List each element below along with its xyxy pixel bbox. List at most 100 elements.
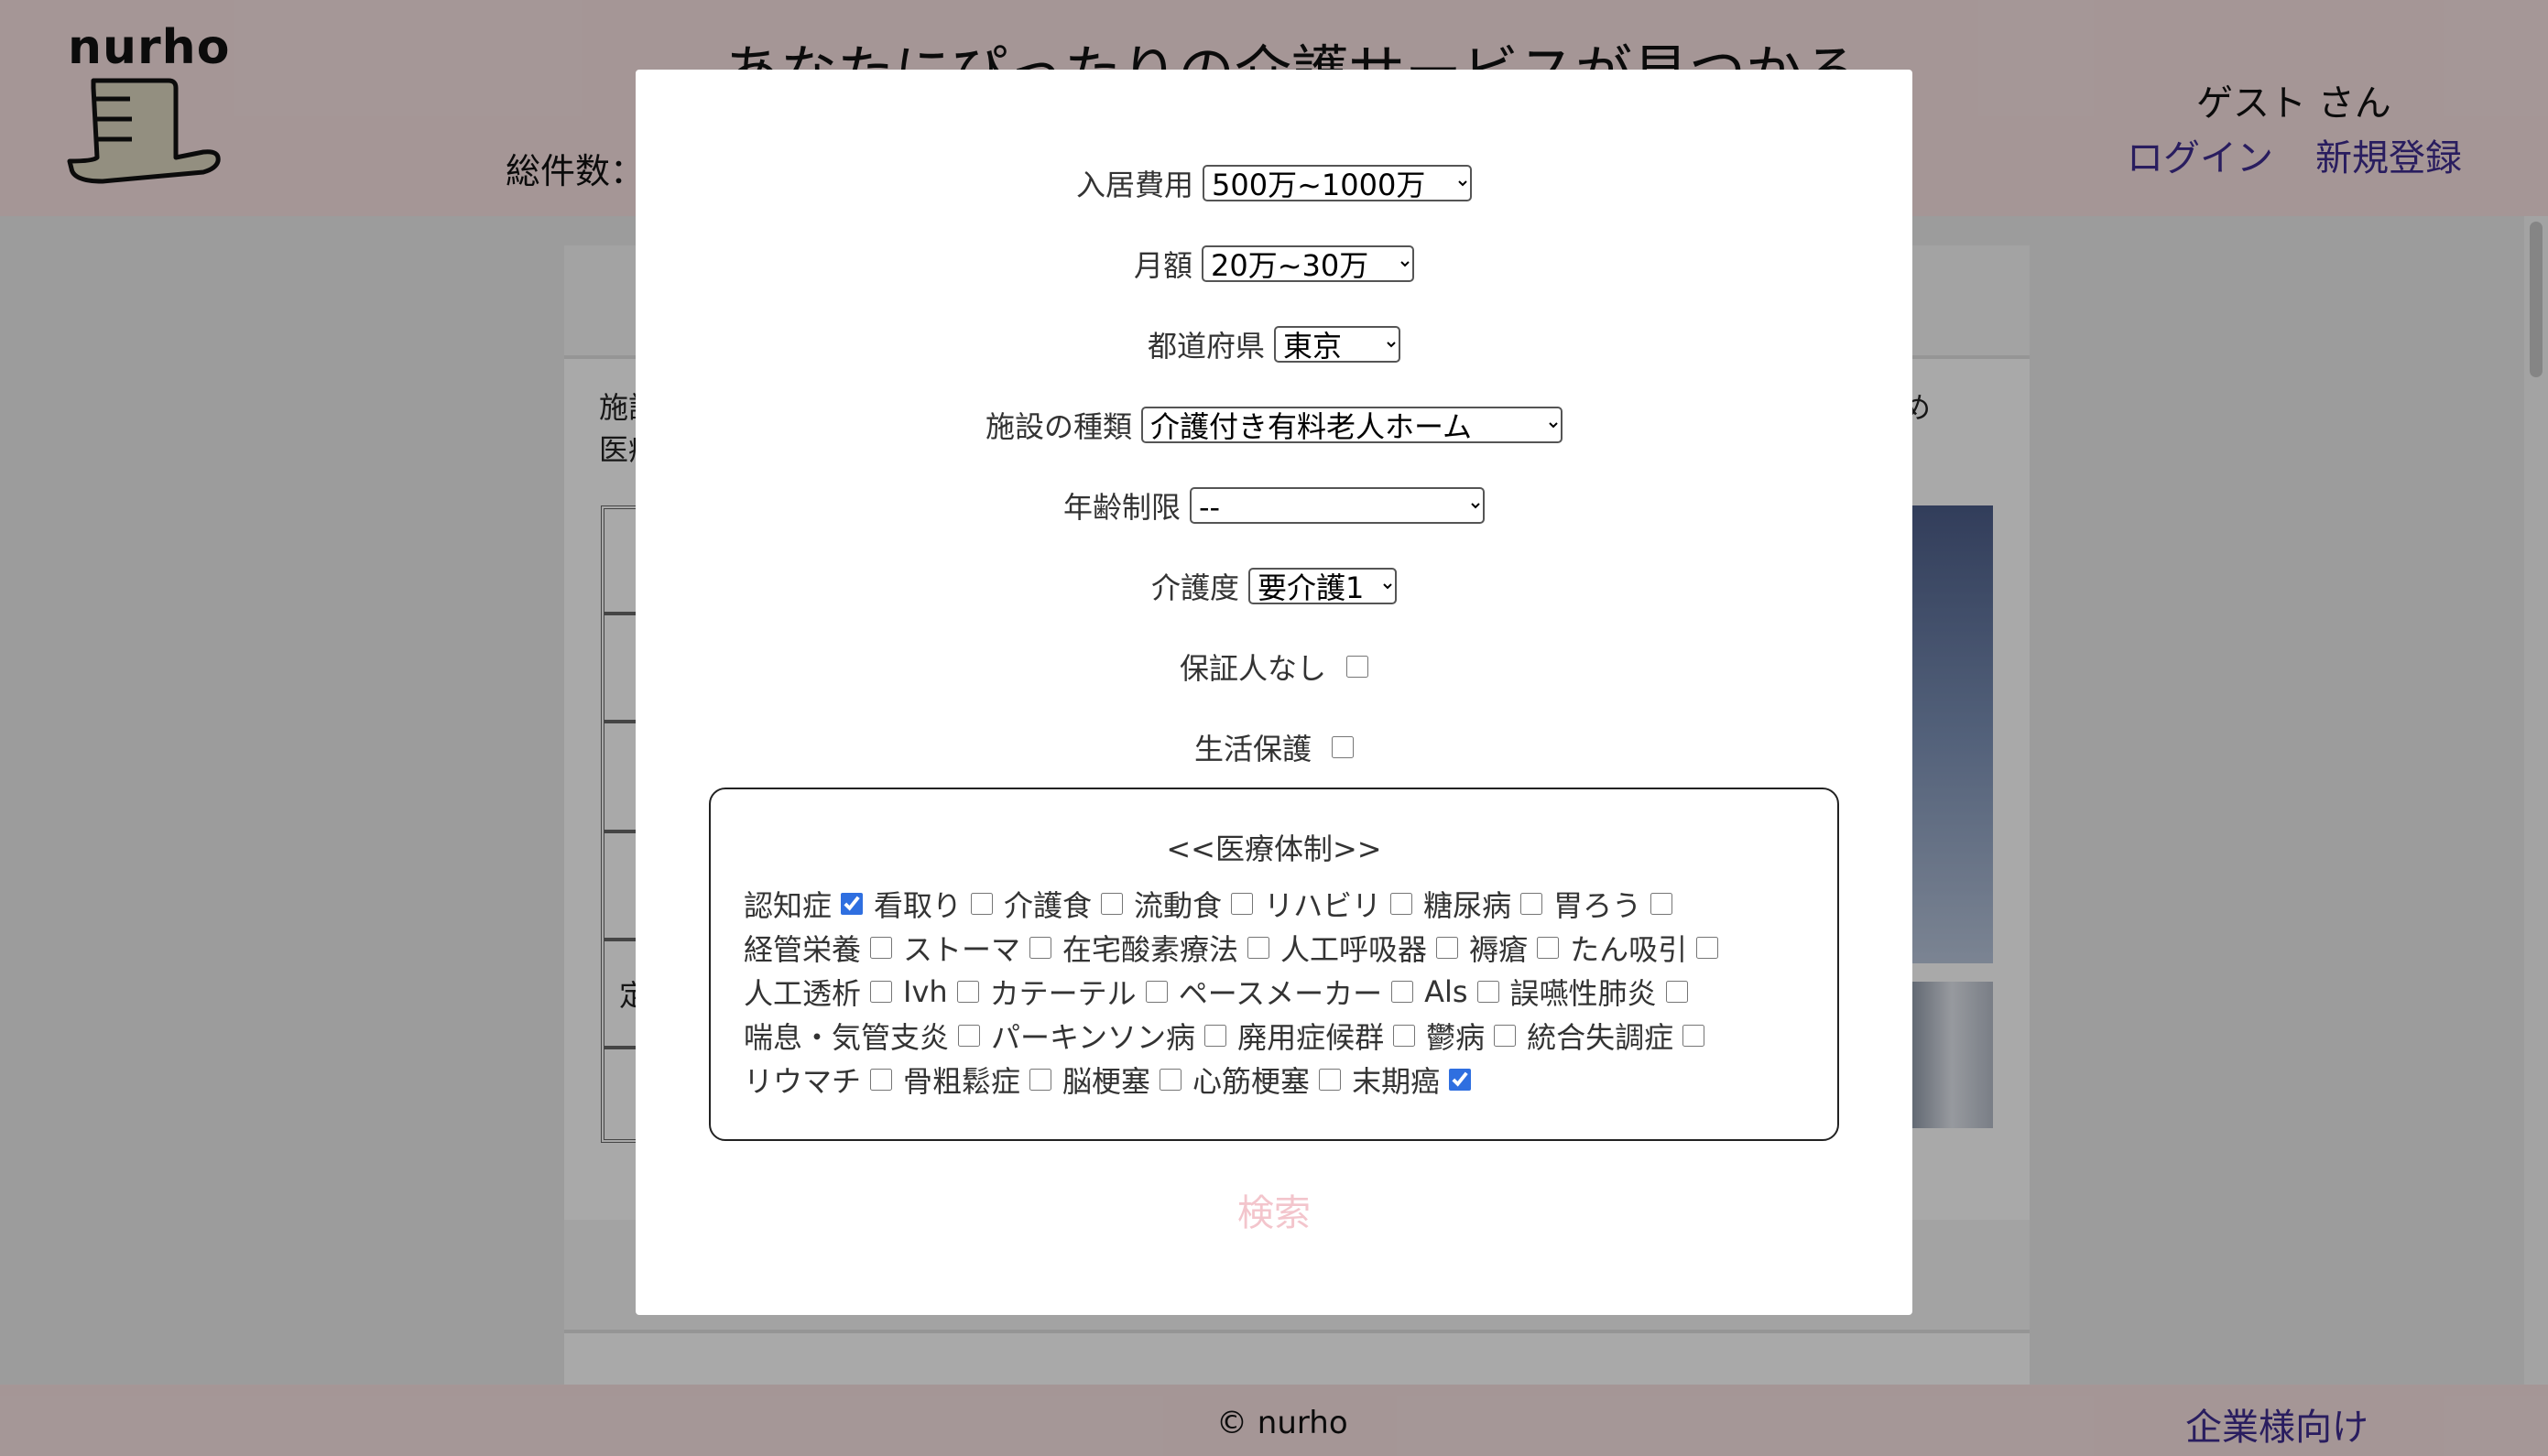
medical-condition-line: 喘息・気管支炎 パーキンソン病 廃用症候群 鬱病 統合失調症 (744, 1015, 1715, 1057)
medical-condition-line: リウマチ 骨粗鬆症 脳梗塞 心筋梗塞 末期癌 (744, 1059, 1482, 1101)
medical-condition-checkbox[interactable] (1145, 981, 1168, 1003)
medical-condition-checkbox[interactable] (1160, 1069, 1182, 1091)
medical-condition-checkbox[interactable] (870, 937, 893, 959)
medical-condition-checkbox[interactable] (1682, 1025, 1705, 1047)
medical-condition-label: Als (1424, 974, 1468, 1009)
medical-condition-checkbox[interactable] (1231, 893, 1254, 915)
medical-condition-label: 喘息・気管支炎 (744, 1020, 950, 1055)
care-level-label: 介護度 (1150, 570, 1239, 605)
entry-fee-select[interactable]: 500万~1000万 (1203, 165, 1472, 201)
medical-condition-checkbox[interactable] (1665, 981, 1688, 1003)
medical-condition-checkbox[interactable] (1494, 1025, 1517, 1047)
medical-condition-item: ストーマ (903, 927, 1052, 969)
medical-condition-checkbox[interactable] (1393, 1025, 1416, 1047)
medical-condition-item: 統合失調症 (1527, 1015, 1705, 1057)
age-limit-select[interactable]: -- (1190, 487, 1485, 524)
entry-fee-row: 入居費用 500万~1000万 (636, 156, 1912, 211)
medical-condition-label: 統合失調症 (1527, 1020, 1674, 1055)
medical-condition-checkbox[interactable] (971, 893, 994, 915)
medical-condition-checkbox[interactable] (1319, 1069, 1342, 1091)
medical-condition-item: カテーテル (990, 971, 1168, 1013)
medical-section-title: <<医療体制>> (1166, 831, 1382, 866)
medical-condition-checkbox[interactable] (1696, 937, 1719, 959)
medical-condition-checkbox[interactable] (956, 981, 979, 1003)
medical-condition-checkbox[interactable] (1029, 1069, 1052, 1091)
medical-condition-item: 脳梗塞 (1062, 1059, 1182, 1101)
medical-condition-label: 看取り (874, 888, 963, 923)
medical-condition-label: 骨粗鬆症 (903, 1064, 1021, 1099)
prefecture-label: 都道府県 (1147, 329, 1265, 364)
medical-condition-item: 経管栄養 (744, 927, 893, 969)
medical-condition-item: 糖尿病 (1423, 883, 1543, 925)
medical-condition-item: ペースメーカー (1178, 971, 1414, 1013)
welfare-label: 生活保護 (1193, 732, 1312, 766)
no-guarantor-label: 保証人なし (1179, 651, 1326, 686)
medical-condition-label: 人工透析 (744, 976, 862, 1011)
facility-type-select[interactable]: 介護付き有料老人ホーム (1141, 407, 1563, 443)
medical-condition-label: ペースメーカー (1178, 976, 1383, 1011)
medical-condition-label: 脳梗塞 (1062, 1064, 1151, 1099)
medical-condition-checkbox[interactable] (841, 893, 864, 915)
medical-condition-item: Als (1424, 974, 1499, 1009)
medical-condition-label: リウマチ (744, 1064, 862, 1099)
prefecture-row: 都道府県 東京 (636, 317, 1912, 372)
age-limit-row: 年齢制限 -- (636, 478, 1912, 533)
monthly-fee-select[interactable]: 20万~30万 (1202, 245, 1414, 282)
medical-condition-line: 人工透析 Ivh カテーテル ペースメーカー Als 誤嚥性肺炎 (744, 971, 1699, 1013)
medical-condition-label: 糖尿病 (1423, 888, 1512, 923)
medical-condition-label: カテーテル (989, 976, 1137, 1011)
medical-condition-checkbox[interactable] (870, 981, 893, 1003)
no-guarantor-checkbox[interactable] (1346, 656, 1368, 678)
medical-condition-label: 廃用症候群 (1237, 1020, 1385, 1055)
welfare-row: 生活保護 (636, 720, 1912, 775)
medical-condition-line: 経管栄養 ストーマ 在宅酸素療法 人工呼吸器 褥瘡 たん吸引 (744, 927, 1729, 969)
entry-fee-label: 入居費用 (1075, 168, 1193, 202)
medical-condition-checkbox[interactable] (958, 1025, 981, 1047)
medical-condition-checkbox[interactable] (1101, 893, 1124, 915)
medical-condition-label: リハビリ (1264, 888, 1382, 923)
prefecture-select[interactable]: 東京 (1274, 326, 1400, 363)
medical-condition-checkbox[interactable] (1029, 937, 1052, 959)
welfare-checkbox[interactable] (1332, 736, 1354, 758)
medical-condition-checkbox[interactable] (870, 1069, 893, 1091)
medical-condition-label: パーキンソン病 (991, 1020, 1196, 1055)
medical-condition-item: 人工呼吸器 (1280, 927, 1459, 969)
care-level-row: 介護度 要介護1 (636, 559, 1912, 614)
search-button[interactable]: 検索 (636, 1183, 1912, 1236)
monthly-fee-label: 月額 (1133, 248, 1192, 283)
no-guarantor-row: 保証人なし (636, 639, 1912, 694)
medical-condition-checkbox[interactable] (1247, 937, 1270, 959)
medical-condition-label: 胃ろう (1553, 888, 1642, 923)
medical-condition-checkbox[interactable] (1476, 981, 1499, 1003)
medical-condition-label: 人工呼吸器 (1280, 932, 1428, 967)
search-filter-modal: 入居費用 500万~1000万 月額 20万~30万 都道府県 東京 施設の種類… (636, 70, 1912, 1315)
medical-condition-item: 喘息・気管支炎 (744, 1015, 981, 1057)
monthly-fee-row: 月額 20万~30万 (636, 236, 1912, 291)
medical-condition-checkbox[interactable] (1449, 1069, 1472, 1091)
medical-condition-checkbox[interactable] (1520, 893, 1543, 915)
medical-condition-item: 認知症 (744, 883, 864, 925)
medical-condition-item: パーキンソン病 (991, 1015, 1227, 1057)
medical-condition-item: 廃用症候群 (1237, 1015, 1416, 1057)
medical-condition-item: Ivh (903, 974, 979, 1009)
medical-condition-item: 褥瘡 (1469, 927, 1560, 969)
medical-condition-label: 在宅酸素療法 (1062, 932, 1239, 967)
medical-condition-checkbox[interactable] (1436, 937, 1459, 959)
medical-condition-label: 鬱病 (1426, 1020, 1486, 1055)
medical-condition-item: 鬱病 (1426, 1015, 1517, 1057)
medical-condition-item: 人工透析 (744, 971, 893, 1013)
medical-condition-item: リハビリ (1264, 883, 1413, 925)
medical-condition-label: たん吸引 (1570, 932, 1688, 967)
medical-condition-checkbox[interactable] (1390, 893, 1413, 915)
medical-condition-item: リウマチ (744, 1059, 893, 1101)
care-level-select[interactable]: 要介護1 (1248, 568, 1397, 604)
medical-condition-item: 誤嚥性肺炎 (1510, 971, 1688, 1013)
medical-condition-checkbox[interactable] (1204, 1025, 1227, 1047)
medical-condition-label: 介護食 (1004, 888, 1093, 923)
medical-condition-checkbox[interactable] (1391, 981, 1414, 1003)
medical-condition-label: ストーマ (903, 932, 1021, 967)
medical-condition-checkbox[interactable] (1537, 937, 1560, 959)
medical-condition-item: 在宅酸素療法 (1062, 927, 1270, 969)
medical-condition-item: 骨粗鬆症 (903, 1059, 1052, 1101)
medical-condition-checkbox[interactable] (1650, 893, 1673, 915)
